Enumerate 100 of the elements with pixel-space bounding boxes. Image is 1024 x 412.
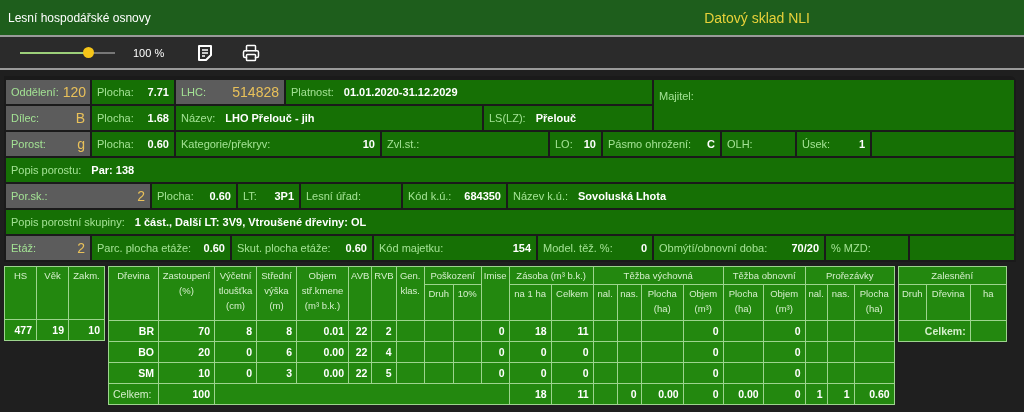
field-label: Majitel:	[659, 90, 694, 102]
field-value: 01.01.2020-31.12.2029	[343, 86, 458, 98]
table-cell: 0	[763, 320, 806, 342]
column-header: Plocha (ha)	[854, 284, 895, 321]
field-label: Plocha:	[97, 112, 134, 124]
column-header: Objem (m³)	[763, 284, 806, 321]
field-value: 1.68	[147, 112, 169, 124]
field-label: Plocha:	[157, 190, 194, 202]
slider-thumb[interactable]	[83, 46, 95, 58]
column-header: Zastoupení (%)	[158, 266, 215, 321]
table-cell: 2	[371, 320, 397, 342]
field-value: Par: 138	[91, 164, 135, 176]
field-label: Skut. plocha etáže:	[237, 242, 331, 254]
column-header: nal.	[805, 284, 828, 321]
table-cell: 0	[683, 383, 724, 405]
field-label: Plocha:	[97, 138, 134, 150]
field-value: 684350	[464, 190, 501, 202]
field-label: Zvl.st.:	[387, 138, 420, 150]
zoom-reading: 100 %	[133, 46, 165, 59]
table-cell: SM	[108, 362, 159, 384]
field-label: LHC:	[181, 86, 207, 98]
field-label: Parc. plocha etáže:	[97, 242, 192, 254]
table-cell: 18	[509, 383, 552, 405]
field-label: Oddělení:	[11, 86, 59, 98]
field-value: 514828	[232, 84, 279, 100]
table-cell: 0.01	[296, 320, 349, 342]
column-header: nas.	[827, 284, 855, 321]
brand-title: Datový sklad NLI	[704, 9, 810, 26]
column-header: Druh	[898, 284, 927, 321]
column-header: ha	[970, 284, 1007, 321]
column-group-header: Zalesnění	[898, 266, 1007, 285]
table-cell: 11	[551, 383, 594, 405]
column-header: nal.	[593, 284, 618, 321]
column-header: Celkem	[551, 284, 594, 321]
table-cell: 3	[256, 362, 297, 384]
table-cell: 0.60	[854, 383, 895, 405]
field-value: 0	[640, 242, 647, 254]
field-label: LS(LZ):	[489, 112, 526, 124]
field-value: 3P1	[274, 190, 294, 202]
table-cell: 477	[4, 319, 37, 341]
field-label: Kód majetku:	[379, 242, 444, 254]
table-cell: 0	[509, 362, 552, 384]
table-cell: 1	[805, 383, 828, 405]
field-value: 10	[583, 138, 596, 150]
field-value: C	[707, 138, 715, 150]
column-group-header: Zásoba (m³ b.k.)	[509, 266, 594, 285]
column-header: Plocha (ha)	[641, 284, 684, 321]
column-group-header: Prořezávky	[805, 266, 895, 285]
table-cell: 70	[158, 320, 215, 342]
column-header: Objem (m³)	[683, 284, 724, 321]
table-cell: 0	[763, 383, 806, 405]
print-icon[interactable]	[242, 43, 261, 62]
table-cell: 10	[158, 362, 215, 384]
table-cell: 22	[348, 362, 372, 384]
field-value: 0.60	[209, 190, 231, 202]
field-label: Kód k.ú.:	[408, 190, 452, 202]
field-value: 0.60	[147, 138, 169, 150]
table-cell: BO	[108, 341, 159, 363]
table-cell: 100	[158, 383, 215, 405]
column-header: HS	[4, 266, 37, 320]
table-cell: 22	[348, 320, 372, 342]
column-header: Dřevina	[108, 266, 159, 321]
table-cell: 0	[481, 341, 510, 363]
field-label: Dílec:	[11, 112, 40, 124]
column-header: Druh	[424, 284, 454, 321]
field-value: Přelouč	[535, 112, 577, 124]
column-header: Věk	[36, 266, 69, 320]
column-header: Imise	[481, 266, 510, 321]
notes-icon[interactable]	[196, 43, 215, 62]
table-cell: 0	[617, 383, 642, 405]
field-label: Název:	[181, 112, 216, 124]
table-cell: 0	[763, 341, 806, 363]
table-cell: 10	[68, 319, 105, 341]
field-value: 0.60	[345, 242, 367, 254]
table-cell: 0	[214, 341, 257, 363]
app-title: Lesní hospodářské osnovy	[8, 10, 151, 25]
column-header: Plocha (ha)	[723, 284, 764, 321]
column-group-header: Těžba výchovná	[593, 266, 724, 285]
field-value: B	[75, 110, 85, 126]
field-value: g	[77, 136, 85, 152]
table-cell: 8	[256, 320, 297, 342]
column-group-header: Těžba obnovní	[723, 266, 806, 285]
table-cell: 6	[256, 341, 297, 363]
table-cell: 19	[36, 319, 69, 341]
column-header: Zakm.	[68, 266, 105, 320]
table-cell: Celkem:	[108, 383, 159, 405]
table-cell: 8	[214, 320, 257, 342]
field-label: LT:	[243, 190, 257, 202]
field-label: Plocha:	[97, 86, 134, 98]
table-cell: 0	[214, 362, 257, 384]
table-cell: 5	[371, 362, 397, 384]
table-cell: Celkem:	[898, 320, 971, 342]
column-header: nas.	[617, 284, 642, 321]
column-header: AVB	[348, 266, 372, 321]
field-label: Platnost:	[291, 86, 334, 98]
table-cell: 0.00	[641, 383, 684, 405]
field-value: 120	[62, 84, 87, 100]
table-cell: 18	[509, 320, 552, 342]
field-label: OLH:	[727, 138, 753, 150]
table-cell: 0	[481, 362, 510, 384]
